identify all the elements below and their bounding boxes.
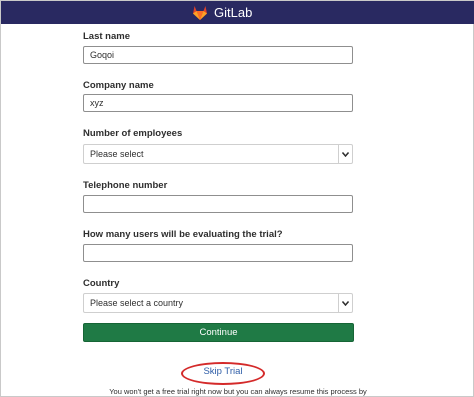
country-selected: Please select a country (90, 298, 184, 308)
last-name-field[interactable] (83, 46, 353, 64)
top-header: GitLab (1, 1, 474, 24)
employees-selected: Please select (90, 149, 144, 159)
skip-trial-area: Skip Trial (181, 362, 265, 385)
continue-button[interactable]: Continue (83, 323, 354, 342)
telephone-label: Telephone number (83, 180, 168, 191)
footnote-text: You won't get a free trial right now but… (109, 387, 367, 396)
last-name-label: Last name (83, 31, 130, 42)
telephone-field[interactable] (83, 195, 353, 213)
users-label: How many users will be evaluating the tr… (83, 229, 283, 240)
gitlab-logo-icon (192, 5, 208, 20)
users-field[interactable] (83, 244, 353, 262)
company-name-label: Company name (83, 80, 154, 91)
chevron-down-icon (338, 145, 352, 163)
brand-name: GitLab (214, 5, 253, 20)
country-select[interactable]: Please select a country (83, 293, 353, 313)
brand[interactable]: GitLab (192, 4, 252, 21)
skip-trial-link[interactable]: Skip Trial (181, 366, 265, 377)
company-name-field[interactable] (83, 94, 353, 112)
country-label: Country (83, 278, 120, 289)
chevron-down-icon (338, 294, 352, 312)
employees-select[interactable]: Please select (83, 144, 353, 164)
employees-label: Number of employees (83, 128, 183, 139)
